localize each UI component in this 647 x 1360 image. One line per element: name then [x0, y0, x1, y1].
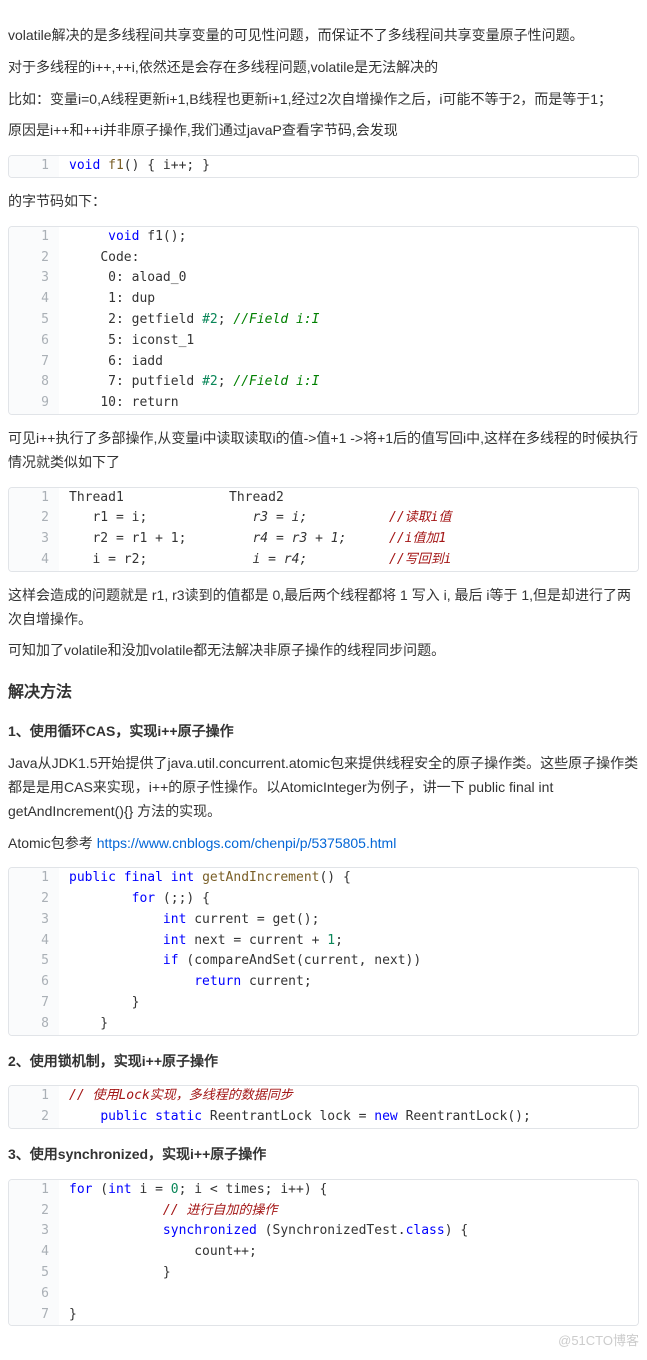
- line-number: 1: [9, 868, 59, 889]
- line-number: 4: [9, 289, 59, 310]
- line-number: 2: [9, 889, 59, 910]
- atomic-link[interactable]: https://www.cnblogs.com/chenpi/p/5375805…: [97, 835, 397, 851]
- code-content: // 使用Lock实现，多线程的数据同步: [59, 1086, 638, 1107]
- line-number: 2: [9, 1201, 59, 1222]
- para: Atomic包参考 https://www.cnblogs.com/chenpi…: [8, 832, 639, 856]
- line-number: 6: [9, 331, 59, 352]
- code-content: public final int getAndIncrement() {: [59, 868, 638, 889]
- code-content: for (;;) {: [59, 889, 638, 910]
- code-block-1: 1void f1() { i++; }: [8, 155, 639, 178]
- code-block-6: 1for (int i = 0; i < times; i++) { 2 // …: [8, 1179, 639, 1327]
- para: 比如：变量i=0,A线程更新i+1,B线程也更新i+1,经过2次自增操作之后，i…: [8, 88, 639, 112]
- code-content: r1 = i; r3 = i;//读取i值: [59, 508, 638, 529]
- code-content: 2: getfield #2; //Field i:I: [59, 310, 638, 331]
- watermark: @51CTO博客: [558, 1330, 639, 1352]
- line-number: 2: [9, 248, 59, 269]
- code-block-2: 1 void f1(); 2 Code: 3 0: aload_0 4 1: d…: [8, 226, 639, 415]
- para: 原因是i++和++i并非原子操作,我们通过javaP查看字节码,会发现: [8, 119, 639, 143]
- line-number: 4: [9, 931, 59, 952]
- line-number: 9: [9, 393, 59, 414]
- sub-heading-1: 1、使用循环CAS，实现i++原子操作: [8, 720, 639, 744]
- line-number: 1: [9, 156, 59, 177]
- line-number: 6: [9, 1284, 59, 1305]
- code-content: return current;: [59, 972, 638, 993]
- para: 对于多线程的i++,++i,依然还是会存在多线程问题,volatile是无法解决…: [8, 56, 639, 80]
- line-number: 5: [9, 1263, 59, 1284]
- code-content: i = r2; i = r4;//写回到i: [59, 550, 638, 571]
- code-content: void f1();: [59, 227, 638, 248]
- line-number: 1: [9, 227, 59, 248]
- code-content: 10: return: [59, 393, 638, 414]
- line-number: 1: [9, 1180, 59, 1201]
- code-content: for (int i = 0; i < times; i++) {: [59, 1180, 638, 1201]
- code-content: int current = get();: [59, 910, 638, 931]
- line-number: 4: [9, 550, 59, 571]
- line-number: 3: [9, 910, 59, 931]
- line-number: 2: [9, 508, 59, 529]
- heading-solution: 解决方法: [8, 679, 639, 706]
- code-content: r2 = r1 + 1; r4 = r3 + 1;//i值加1: [59, 529, 638, 550]
- line-number: 7: [9, 1305, 59, 1326]
- sub-heading-2: 2、使用锁机制，实现i++原子操作: [8, 1050, 639, 1074]
- code-content: public static ReentrantLock lock = new R…: [59, 1107, 638, 1128]
- line-number: 7: [9, 352, 59, 373]
- line-number: 3: [9, 1221, 59, 1242]
- para: volatile解决的是多线程间共享变量的可见性问题，而保证不了多线程间共享变量…: [8, 24, 639, 48]
- code-content: int next = current + 1;: [59, 931, 638, 952]
- line-number: 5: [9, 951, 59, 972]
- code-content: 0: aload_0: [59, 268, 638, 289]
- para: 可见i++执行了多部操作,从变量i中读取读取i的值->值+1 ->将+1后的值写…: [8, 427, 639, 475]
- line-number: 7: [9, 993, 59, 1014]
- line-number: 8: [9, 1014, 59, 1035]
- code-content: }: [59, 1014, 638, 1035]
- line-number: 1: [9, 488, 59, 509]
- code-content: 5: iconst_1: [59, 331, 638, 352]
- para: 可知加了volatile和没加volatile都无法解决非原子操作的线程同步问题…: [8, 639, 639, 663]
- line-number: 6: [9, 972, 59, 993]
- para: 的字节码如下：: [8, 190, 639, 214]
- line-number: 1: [9, 1086, 59, 1107]
- sub-heading-3: 3、使用synchronized，实现i++原子操作: [8, 1143, 639, 1167]
- code-content: void f1() { i++; }: [59, 156, 638, 177]
- line-number: 4: [9, 1242, 59, 1263]
- code-content: 6: iadd: [59, 352, 638, 373]
- code-block-5: 1// 使用Lock实现，多线程的数据同步 2 public static Re…: [8, 1085, 639, 1129]
- code-content: Thread1Thread2: [59, 488, 638, 509]
- code-content: }: [59, 993, 638, 1014]
- line-number: 8: [9, 372, 59, 393]
- line-number: 2: [9, 1107, 59, 1128]
- code-content: }: [59, 1305, 638, 1326]
- code-content: 1: dup: [59, 289, 638, 310]
- code-content: // 进行自加的操作: [59, 1201, 638, 1222]
- code-content: synchronized (SynchronizedTest.class) {: [59, 1221, 638, 1242]
- code-content: if (compareAndSet(current, next)): [59, 951, 638, 972]
- line-number: 3: [9, 529, 59, 550]
- code-content: count++;: [59, 1242, 638, 1263]
- code-block-3: 1Thread1Thread2 2 r1 = i; r3 = i;//读取i值 …: [8, 487, 639, 572]
- line-number: 3: [9, 268, 59, 289]
- para: 这样会造成的问题就是 r1, r3读到的值都是 0,最后两个线程都将 1 写入 …: [8, 584, 639, 632]
- para: Java从JDK1.5开始提供了java.util.concurrent.ato…: [8, 752, 639, 823]
- line-number: 5: [9, 310, 59, 331]
- code-content: Code:: [59, 248, 638, 269]
- code-content: 7: putfield #2; //Field i:I: [59, 372, 638, 393]
- code-block-4: 1public final int getAndIncrement() { 2 …: [8, 867, 639, 1035]
- code-content: }: [59, 1263, 638, 1284]
